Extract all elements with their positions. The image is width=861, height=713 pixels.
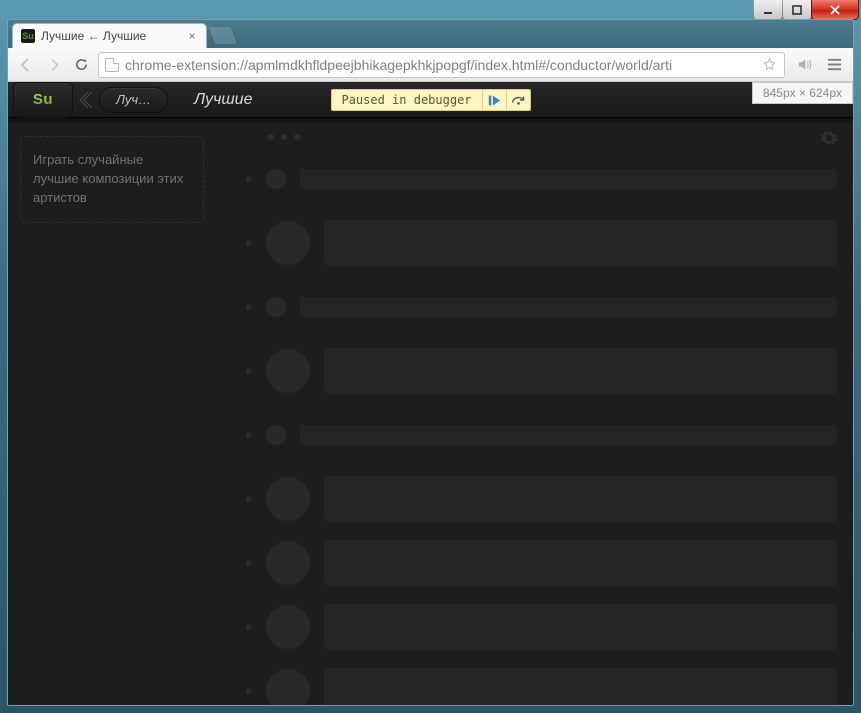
- page-title: Лучшие: [194, 91, 252, 109]
- browser-menu-button[interactable]: [823, 54, 845, 76]
- app-header: Su Луч… Лучшие Paused in debugger: [8, 82, 853, 118]
- window-minimize-button[interactable]: [753, 0, 783, 20]
- skeleton-row: [238, 220, 837, 266]
- app-logo[interactable]: Su: [13, 82, 73, 118]
- skeleton-list: [238, 156, 837, 705]
- play-random-promo[interactable]: Играть случайные лучшие композиции этих …: [20, 136, 204, 223]
- nav-back-button[interactable]: [16, 55, 36, 75]
- skeleton-row: [238, 284, 837, 330]
- page-viewport: 845px × 624px Su Луч… Лучшие Paused in d…: [8, 82, 853, 705]
- skeleton-row: [238, 156, 837, 202]
- nav-forward-button[interactable]: [44, 55, 64, 75]
- app-body: Играть случайные лучшие композиции этих …: [8, 118, 853, 705]
- audio-indicator-icon[interactable]: [793, 54, 815, 76]
- tab-close-icon[interactable]: ×: [186, 30, 198, 42]
- skeleton-row: [238, 476, 837, 522]
- content-column: [216, 118, 853, 705]
- page-icon: [105, 58, 119, 72]
- sidebar: Играть случайные лучшие композиции этих …: [8, 118, 216, 705]
- window-close-button[interactable]: [811, 0, 859, 20]
- reload-button[interactable]: [72, 56, 90, 74]
- viewport-size-overlay: 845px × 624px: [752, 82, 853, 104]
- skeleton-row: [238, 668, 837, 705]
- debugger-label: Paused in debugger: [331, 93, 481, 107]
- debugger-paused-badge: Paused in debugger: [330, 89, 530, 111]
- address-bar[interactable]: [98, 52, 785, 78]
- debugger-step-over-button[interactable]: [506, 89, 530, 111]
- skeleton-row: [238, 604, 837, 650]
- tab-favicon: Su: [21, 29, 35, 43]
- settings-gear-icon[interactable]: [819, 128, 839, 148]
- skeleton-row: [238, 412, 837, 458]
- tab-strip: Su Лучшие ← Лучшие ×: [8, 20, 853, 48]
- skeleton-row: [238, 540, 837, 586]
- breadcrumb-chevron-icon: [77, 82, 99, 118]
- new-tab-button[interactable]: [208, 26, 239, 45]
- window-maximize-button[interactable]: [782, 0, 812, 20]
- tab-title: Лучшие ← Лучшие: [41, 29, 180, 43]
- bookmark-star-icon[interactable]: [762, 57, 778, 73]
- url-input[interactable]: [125, 57, 756, 73]
- breadcrumb-pill[interactable]: Луч…: [99, 87, 168, 113]
- browser-tab[interactable]: Su Лучшие ← Лучшие ×: [12, 23, 207, 48]
- skeleton-row: [238, 348, 837, 394]
- browser-window: Su Лучшие ← Лучшие ×: [7, 19, 854, 706]
- loading-dots-icon: [268, 134, 837, 140]
- os-window-frame: Su Лучшие ← Лучшие ×: [0, 0, 861, 713]
- browser-toolbar: [8, 48, 853, 82]
- debugger-resume-button[interactable]: [482, 89, 506, 111]
